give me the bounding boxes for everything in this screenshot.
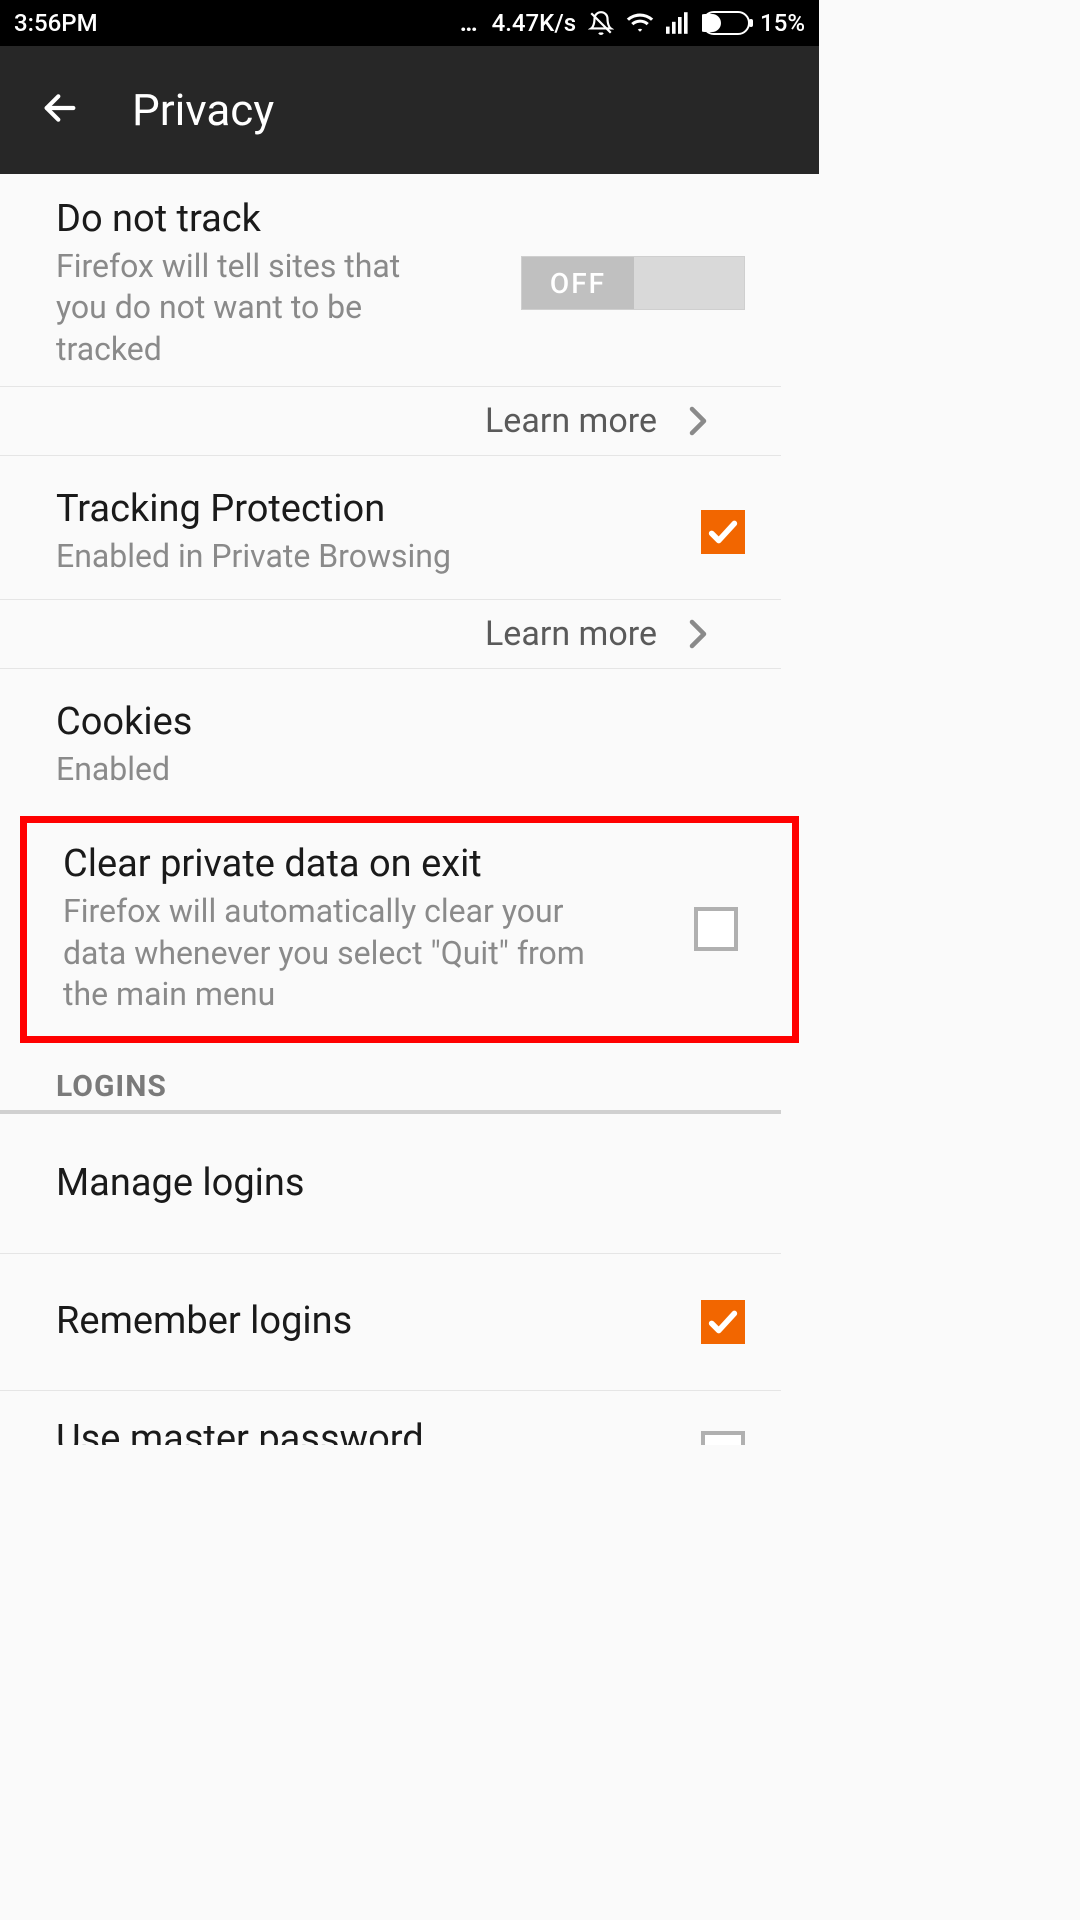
setting-use-master-password[interactable]: Use master password — [0, 1391, 781, 1445]
chevron-right-icon — [689, 406, 707, 436]
battery-percent: 15% — [760, 9, 805, 37]
setting-clear-private-data-on-exit[interactable]: Clear private data on exit Firefox will … — [27, 823, 774, 1035]
setting-tracking-protection[interactable]: Tracking Protection Enabled in Private B… — [0, 456, 781, 600]
signal-icon — [666, 12, 690, 34]
page-title: Privacy — [132, 84, 274, 136]
setting-title: Clear private data on exit — [63, 841, 686, 889]
setting-remember-logins[interactable]: Remember logins — [0, 1254, 781, 1391]
settings-list: Do not track Firefox will tell sites tha… — [0, 174, 819, 1445]
setting-title: Tracking Protection — [56, 486, 693, 534]
dnt-learn-more[interactable]: Learn more — [0, 387, 781, 456]
setting-subtitle: Firefox will tell sites that you do not … — [56, 246, 416, 371]
setting-subtitle: Enabled — [56, 749, 773, 791]
tracking-checkbox[interactable] — [701, 510, 745, 554]
setting-do-not-track[interactable]: Do not track Firefox will tell sites tha… — [0, 174, 781, 387]
app-bar: Privacy — [0, 46, 819, 174]
back-icon[interactable] — [40, 88, 80, 132]
clear-on-exit-checkbox[interactable] — [694, 907, 738, 951]
status-bar: 3:56PM … 4.47K/s — [0, 0, 819, 46]
chevron-right-icon — [689, 619, 707, 649]
network-speed: 4.47K/s — [492, 9, 576, 37]
tracking-learn-more[interactable]: Learn more — [0, 600, 781, 669]
remember-logins-checkbox[interactable] — [701, 1300, 745, 1344]
setting-title: Do not track — [56, 196, 513, 244]
setting-title: Cookies — [56, 699, 773, 747]
bell-off-icon — [588, 10, 614, 36]
section-header-label: LOGINS — [56, 1069, 781, 1104]
setting-subtitle: Firefox will automatically clear your da… — [63, 891, 633, 1016]
battery-indicator: 15% — [702, 9, 805, 37]
setting-manage-logins[interactable]: Manage logins — [0, 1114, 781, 1255]
wifi-icon — [626, 12, 654, 34]
highlighted-setting: Clear private data on exit Firefox will … — [20, 816, 799, 1042]
setting-title: Use master password — [56, 1416, 693, 1445]
status-time: 3:56PM — [14, 9, 98, 37]
setting-cookies[interactable]: Cookies Enabled — [0, 669, 781, 816]
dnt-toggle[interactable]: OFF — [521, 256, 745, 310]
setting-subtitle: Enabled in Private Browsing — [56, 536, 693, 578]
more-dots-icon: … — [460, 9, 480, 37]
learn-more-label: Learn more — [485, 614, 657, 654]
setting-title: Remember logins — [56, 1298, 693, 1346]
setting-title: Manage logins — [56, 1160, 773, 1208]
section-header-logins: LOGINS — [0, 1059, 781, 1114]
master-password-checkbox[interactable] — [701, 1431, 745, 1445]
learn-more-label: Learn more — [485, 401, 657, 441]
status-right: … 4.47K/s — [460, 9, 805, 37]
toggle-off-label: OFF — [522, 257, 634, 309]
